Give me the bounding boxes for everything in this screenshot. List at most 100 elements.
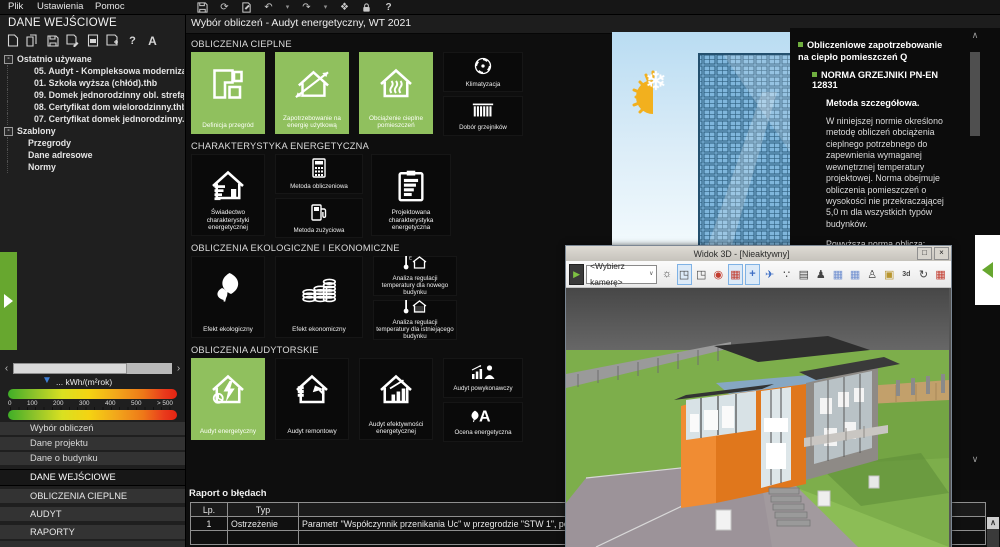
tile-efekt-ekologiczny[interactable]: Efekt ekologiczny <box>191 256 265 338</box>
scene-settings-button[interactable]: ▶ <box>569 263 585 285</box>
tile-audyt-efektywnosci[interactable]: Audyt efektywności energetycznej <box>359 358 433 440</box>
tile-audyt-powykonawczy[interactable]: Audyt powykonawczy <box>443 358 523 398</box>
3d-export-button[interactable]: 3d <box>899 264 914 285</box>
pan-button[interactable]: + <box>744 263 761 285</box>
tile-definicja-przegrod[interactable]: Definicja przegród <box>191 52 265 134</box>
light-button[interactable]: ☼ <box>659 264 674 285</box>
tile-projektowana[interactable]: Projektowana charakterystyka energetyczn… <box>371 154 451 236</box>
orbit-camera-button[interactable]: ◉ <box>711 264 726 285</box>
document-image-icon[interactable] <box>85 33 100 48</box>
column-header-typ[interactable]: Typ <box>227 502 299 517</box>
tree-group-templates[interactable]: - Szablony <box>4 125 184 137</box>
document-edit-icon[interactable] <box>240 1 253 14</box>
save-icon[interactable] <box>196 1 209 14</box>
tree-item[interactable]: Przegrody <box>7 137 184 149</box>
help-icon[interactable]: ? <box>382 1 395 14</box>
tile-label: Audyt remontowy <box>287 428 337 436</box>
tile-dobor-grzejnikow[interactable]: Dobór grzejników <box>443 96 523 136</box>
fly-mode-button[interactable]: ✈ <box>762 264 777 285</box>
horizontal-scrollbar[interactable]: ‹ › <box>0 362 185 375</box>
scrollbar-track[interactable] <box>13 363 172 374</box>
tile-obciazenie-cieplne[interactable]: Obciążenie cieplne pomieszczeń <box>359 52 433 134</box>
collapse-panel-button[interactable] <box>975 235 1000 305</box>
tile-metoda-zuzyciowa[interactable]: Metoda zużyciowa <box>275 198 363 238</box>
materials-button[interactable]: ▦ <box>848 264 863 285</box>
nav-obliczenia-cieplne[interactable]: OBLICZENIA CIEPLNE <box>0 489 185 503</box>
scrollbar-thumb[interactable] <box>970 52 980 136</box>
snapshot-button[interactable]: ▣ <box>882 264 897 285</box>
undo-icon[interactable]: ↶ <box>262 1 275 14</box>
tree-item[interactable]: 05. Audyt - Kompleksowa modernizacja <box>7 65 184 77</box>
tile-swiadectwo[interactable]: Świadectwo charakterystyki energetycznej <box>191 154 265 236</box>
undo-caret-icon[interactable]: ▾ <box>284 1 291 14</box>
collapse-icon[interactable]: - <box>4 54 13 64</box>
maximize-icon[interactable]: □ <box>917 247 932 260</box>
font-icon[interactable]: A <box>145 33 160 48</box>
redo-icon[interactable]: ↷ <box>300 1 313 14</box>
tile-analiza-istniejacy[interactable]: Analiza regulacji temperatury dla istnie… <box>373 300 457 340</box>
tree-item[interactable]: 07. Certyfikat domek jednorodzinny.thb <box>7 113 184 125</box>
walk-mode-button[interactable]: ∵ <box>779 264 794 285</box>
save-as-icon[interactable] <box>65 33 80 48</box>
camera-select[interactable]: <Wybierz kamerę> ∨ <box>586 261 658 287</box>
tree-item[interactable]: 09. Domek jednorodzinny obl. strefą.thb <box>7 89 184 101</box>
grid-display-button[interactable]: ▦ <box>933 264 948 285</box>
tile-label: Audyt efektywności energetycznej <box>368 420 424 436</box>
menu-plik[interactable]: Plik <box>8 1 23 12</box>
tree-item[interactable]: 08. Certyfikat dom wielorodzinny.thb <box>7 101 184 113</box>
tile-efekt-ekonomiczny[interactable]: Efekt ekonomiczny <box>275 256 363 338</box>
column-header-lp[interactable]: Lp. <box>190 502 228 517</box>
scroll-up-icon[interactable]: ∧ <box>987 517 999 529</box>
levels-button[interactable]: ▤ <box>796 264 811 285</box>
tree-group-recent[interactable]: - Ostatnio używane <box>4 53 184 65</box>
lock-icon[interactable] <box>360 1 373 14</box>
nav-audyt[interactable]: AUDYT <box>0 507 185 521</box>
nav-wybor-obliczen[interactable]: Wybór obliczeń <box>0 422 185 435</box>
scrollbar-thumb[interactable] <box>13 363 127 374</box>
nav-dane-projektu[interactable]: Dane projektu <box>0 437 185 450</box>
house-renovation-icon <box>294 372 330 413</box>
scroll-up-icon[interactable]: ∧ <box>968 30 982 41</box>
menu-pomoc[interactable]: Pomoc <box>95 1 125 12</box>
tile-ocena-energetyczna[interactable]: A Ocena energetyczna <box>443 402 523 442</box>
tree-item[interactable]: 01. Szkoła wyższa (chłód).thb <box>7 77 184 89</box>
nav-raporty[interactable]: RAPORTY <box>0 525 185 539</box>
new-document-icon[interactable] <box>5 33 20 48</box>
menu-ustawienia[interactable]: Ustawienia <box>37 1 83 12</box>
observer-button[interactable]: ♙ <box>865 264 880 285</box>
tree-item[interactable]: Normy <box>7 161 184 173</box>
tree-item[interactable]: Dane adresowe <box>7 149 184 161</box>
redo-caret-icon[interactable]: ▾ <box>322 1 329 14</box>
copy-document-icon[interactable] <box>25 33 40 48</box>
tile-analiza-nowy[interactable]: E Analiza regulacji temperatury dla nowe… <box>373 256 457 296</box>
nav-dane-wejsciowe[interactable]: DANE WEJŚCIOWE <box>0 469 185 486</box>
scroll-down-icon[interactable]: ∨ <box>968 454 982 465</box>
save-template-icon[interactable] <box>105 33 120 48</box>
refresh-icon[interactable]: ⟳ <box>218 1 231 14</box>
tile-metoda-obliczeniowa[interactable]: Metoda obliczeniowa <box>275 154 363 194</box>
zoom-window-button[interactable]: ◳ <box>694 264 709 285</box>
tile-audyt-remontowy[interactable]: Audyt remontowy <box>275 358 349 440</box>
save-file-icon[interactable] <box>45 33 60 48</box>
render-mode-button[interactable]: ▦ <box>727 263 743 285</box>
scroll-left-icon[interactable]: ‹ <box>0 362 13 375</box>
nav-dane-o-budynku[interactable]: Dane o budynku <box>0 452 185 465</box>
package-icon[interactable]: ❖ <box>338 1 351 14</box>
collapse-icon[interactable]: - <box>4 126 13 136</box>
tile-zapotrzebowanie[interactable]: Zapotrzebowanie na energię użytkową <box>275 52 349 134</box>
view3d-viewport[interactable] <box>566 288 951 547</box>
info-heading-1-text: Obliczeniowe zapotrzebowanie na ciepło p… <box>798 40 943 62</box>
tile-label: Efekt ekonomiczny <box>292 326 346 334</box>
table-vertical-scrollbar[interactable]: ∧ <box>987 517 999 547</box>
scroll-right-icon[interactable]: › <box>172 362 185 375</box>
close-icon[interactable]: × <box>934 247 949 260</box>
help-star-icon[interactable]: ? <box>125 33 140 48</box>
tile-audyt-energetyczny[interactable]: Audyt energetyczny <box>191 358 265 440</box>
expand-panel-button[interactable] <box>0 252 17 350</box>
rotate-view-button[interactable]: ↻ <box>916 264 931 285</box>
tile-klimatyzacja[interactable]: Klimatyzacja <box>443 52 523 92</box>
info-heading-1: Obliczeniowe zapotrzebowanie na ciepło p… <box>798 40 950 63</box>
layers-button[interactable]: ▦ <box>830 264 845 285</box>
person-view-button[interactable]: ♟ <box>813 264 828 285</box>
zoom-extents-button[interactable]: ◳ <box>676 263 692 285</box>
